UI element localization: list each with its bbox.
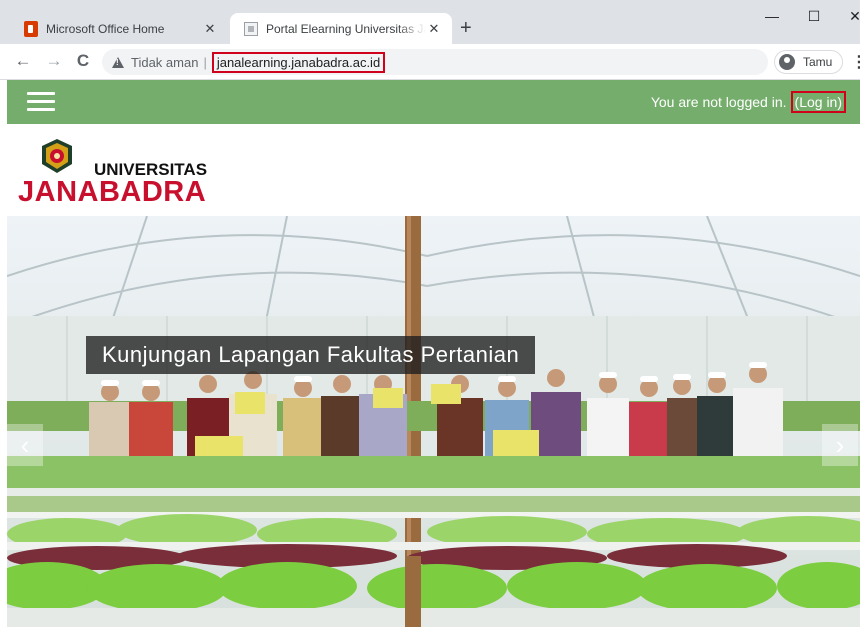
- reload-button[interactable]: C: [72, 50, 94, 72]
- profile-label: Tamu: [803, 55, 833, 69]
- forward-button[interactable]: →: [43, 50, 65, 72]
- browser-menu-icon[interactable]: ⋮: [851, 52, 860, 72]
- browser-tab-strip: Microsoft Office Home ✕ Portal Elearning…: [0, 0, 860, 44]
- crest-icon: [42, 139, 72, 173]
- greenhouse-photo: [7, 216, 860, 627]
- browser-tab-elearning[interactable]: Portal Elearning Universitas Janabadra ✕: [230, 13, 452, 44]
- url-text[interactable]: janalearning.janabadra.ac.id: [211, 51, 386, 73]
- university-logo[interactable]: UNIVERSITAS JANABADRA: [18, 138, 208, 210]
- browser-toolbar: ← → C Tidak aman | janalearning.janabadr…: [0, 44, 860, 80]
- logo-text-janabadra: JANABADRA: [18, 176, 207, 208]
- login-link[interactable]: (Log in): [790, 91, 846, 113]
- login-status-text: You are not logged in.: [650, 94, 787, 110]
- browser-tab-office[interactable]: Microsoft Office Home ✕: [10, 13, 228, 44]
- address-bar[interactable]: Tidak aman | janalearning.janabadra.ac.i…: [102, 49, 768, 75]
- close-tab-icon[interactable]: ✕: [202, 21, 218, 37]
- site-navbar: You are not logged in. (Log in): [7, 80, 860, 124]
- minimize-button[interactable]: —: [762, 8, 782, 24]
- tab-title: Microsoft Office Home: [46, 21, 165, 36]
- office-icon: [24, 20, 38, 37]
- login-info: You are not logged in. (Log in): [651, 91, 846, 113]
- avatar-icon: [779, 54, 795, 70]
- slider-next-button[interactable]: ›: [822, 424, 858, 466]
- warning-icon[interactable]: [112, 56, 124, 68]
- profile-button[interactable]: Tamu: [774, 50, 844, 74]
- back-button[interactable]: ←: [12, 50, 34, 72]
- slider-prev-button[interactable]: ‹: [7, 424, 43, 466]
- new-tab-button[interactable]: +: [460, 16, 472, 40]
- maximize-button[interactable]: ☐: [804, 8, 824, 25]
- omnibox-divider: |: [203, 54, 207, 70]
- tab-title: Portal Elearning Universitas Janabadra: [266, 21, 426, 36]
- moodle-icon: [244, 21, 258, 36]
- security-label[interactable]: Tidak aman: [131, 55, 198, 70]
- slide-caption: Kunjungan Lapangan Fakultas Pertanian: [86, 336, 536, 374]
- hamburger-icon[interactable]: [27, 92, 55, 112]
- close-window-button[interactable]: ✕: [845, 8, 860, 25]
- hero-slider: [7, 216, 860, 627]
- close-tab-icon[interactable]: ✕: [426, 21, 442, 37]
